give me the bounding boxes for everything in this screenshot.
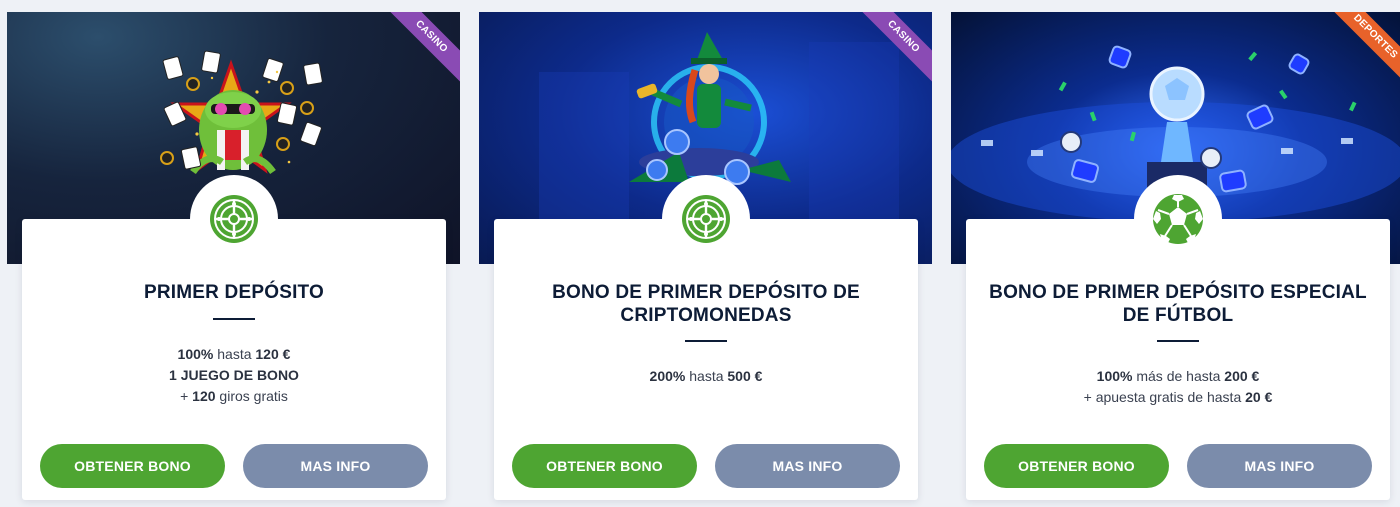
promo-card-primer-deposito: CASINO PRIMER DEPÓSITO 100% hasta 120 € …: [7, 12, 460, 507]
category-ribbon-label: CASINO: [390, 12, 460, 82]
promo-description: 200% hasta 500 €: [508, 366, 904, 387]
promo-line: 1 JUEGO DE BONO: [169, 367, 299, 383]
promo-line: 100% hasta 120 €: [177, 346, 291, 362]
category-ribbon-label: CASINO: [862, 12, 932, 82]
title-divider: [1157, 340, 1199, 342]
promo-title: BONO DE PRIMER DEPÓSITO ESPECIAL DE FÚTB…: [989, 282, 1367, 326]
promo-panel: BONO DE PRIMER DEPÓSITO ESPECIAL DE FÚTB…: [966, 175, 1390, 500]
mas-info-button[interactable]: MAS INFO: [1187, 444, 1372, 488]
obtener-bono-button[interactable]: OBTENER BONO: [512, 444, 697, 488]
category-ribbon: CASINO: [390, 12, 460, 82]
promo-line: + 120 giros gratis: [180, 388, 288, 404]
promo-line: 200% hasta 500 €: [649, 368, 763, 384]
title-divider: [213, 318, 255, 320]
roulette-icon: [210, 195, 258, 243]
promo-title: PRIMER DEPÓSITO: [143, 282, 324, 303]
promo-panel: BONO DE PRIMER DEPÓSITO DE CRIPTOMONEDAS…: [494, 175, 918, 500]
title-divider: [685, 340, 727, 342]
category-ribbon: DEPORTES: [1334, 12, 1400, 82]
promo-title: BONO DE PRIMER DEPÓSITO DE CRIPTOMONEDAS: [552, 282, 860, 326]
promo-panel: PRIMER DEPÓSITO 100% hasta 120 € 1 JUEGO…: [22, 175, 446, 500]
category-ribbon-label: DEPORTES: [1334, 12, 1400, 82]
obtener-bono-button[interactable]: OBTENER BONO: [984, 444, 1169, 488]
promo-line: + apuesta gratis de hasta 20 €: [1083, 389, 1273, 405]
mas-info-button[interactable]: MAS INFO: [243, 444, 428, 488]
roulette-icon: [682, 195, 730, 243]
obtener-bono-button[interactable]: OBTENER BONO: [40, 444, 225, 488]
promo-description: 100% más de hasta 200 € + apuesta gratis…: [980, 366, 1376, 408]
category-ribbon: CASINO: [862, 12, 932, 82]
promo-card-futbol: DEPORTES BONO DE PRIMER DEPÓSITO ESPECIA…: [951, 12, 1400, 507]
promo-card-criptomonedas: CASINO BONO DE PRIMER DEPÓSITO DE CRIPTO…: [479, 12, 932, 507]
soccer-ball-icon: [1153, 194, 1203, 244]
category-badge: [662, 175, 750, 263]
promo-description: 100% hasta 120 € 1 JUEGO DE BONO + 120 g…: [36, 344, 432, 407]
category-badge: [190, 175, 278, 263]
mas-info-button[interactable]: MAS INFO: [715, 444, 900, 488]
category-badge: [1134, 175, 1222, 263]
promo-line: 100% más de hasta 200 €: [1096, 368, 1260, 384]
